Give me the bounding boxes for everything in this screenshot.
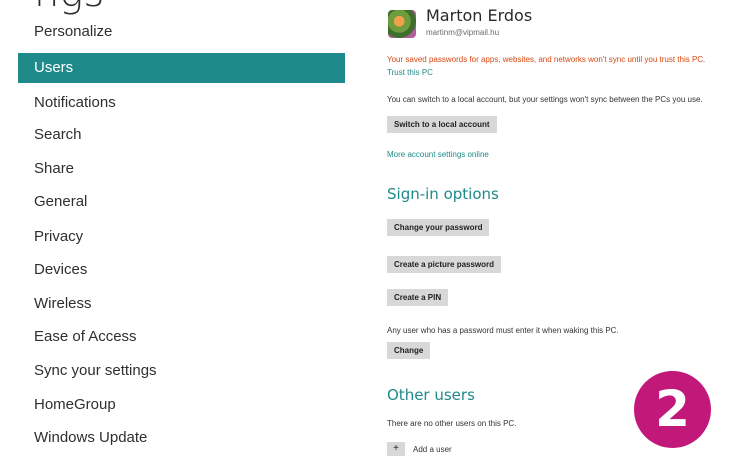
change-password-button[interactable]: Change your password (387, 219, 490, 236)
trust-pc-link[interactable]: Trust this PC (387, 68, 433, 77)
avatar (388, 10, 416, 38)
sidebar-item-windows-update[interactable]: Windows Update (18, 423, 345, 453)
sidebar-title: ngs (34, 0, 104, 16)
add-user-button[interactable]: + Add a user (387, 440, 452, 458)
plus-icon: + (387, 442, 405, 456)
create-pin-button[interactable]: Create a PIN (387, 289, 449, 306)
account-email: martinm@vipmail.hu (426, 28, 500, 37)
sidebar-item-share[interactable]: Share (18, 154, 345, 184)
sign-in-options-header: Sign-in options (387, 185, 499, 203)
sidebar-item-users[interactable]: Users (18, 53, 345, 83)
other-users-header: Other users (387, 386, 475, 404)
sidebar-item-search[interactable]: Search (18, 120, 345, 150)
no-other-users-text: There are no other users on this PC. (387, 419, 517, 428)
more-account-settings-link[interactable]: More account settings online (387, 150, 489, 159)
sync-warning: Your saved passwords for apps, websites,… (387, 55, 706, 64)
change-button[interactable]: Change (387, 342, 431, 359)
add-user-label: Add a user (413, 444, 452, 454)
password-wake-description: Any user who has a password must enter i… (387, 326, 619, 335)
sidebar-item-wireless[interactable]: Wireless (18, 289, 345, 319)
switch-account-description: You can switch to a local account, but y… (387, 95, 703, 104)
sidebar-item-devices[interactable]: Devices (18, 255, 345, 285)
create-picture-password-button[interactable]: Create a picture password (387, 256, 502, 273)
sidebar-item-personalize[interactable]: Personalize (18, 17, 345, 47)
sidebar-item-ease-of-access[interactable]: Ease of Access (18, 322, 345, 352)
account-name: Marton Erdos (426, 6, 533, 25)
sidebar-item-homegroup[interactable]: HomeGroup (18, 390, 345, 420)
step-number-badge: 2 (634, 371, 711, 448)
sidebar-item-sync-settings[interactable]: Sync your settings (18, 356, 345, 386)
sidebar-item-privacy[interactable]: Privacy (18, 222, 345, 252)
settings-sidebar: ngs Personalize Users Notifications Sear… (0, 0, 345, 453)
sidebar-item-notifications[interactable]: Notifications (18, 88, 345, 118)
switch-to-local-account-button[interactable]: Switch to a local account (387, 116, 497, 133)
sidebar-item-general[interactable]: General (18, 187, 345, 217)
